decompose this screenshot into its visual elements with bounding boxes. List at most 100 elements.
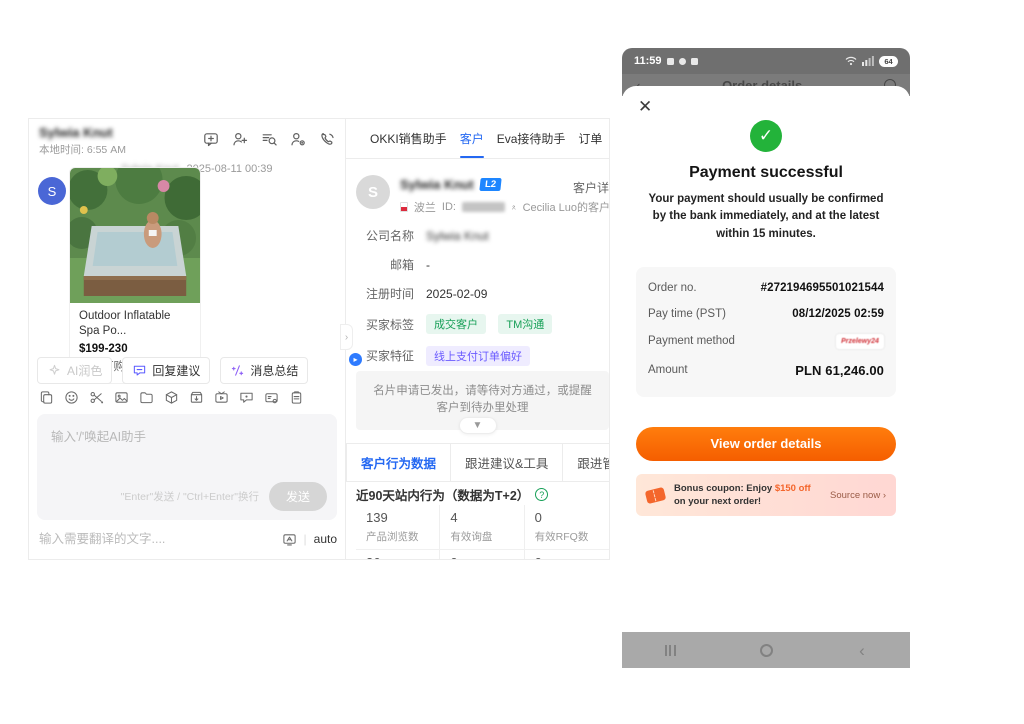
- status-time: 11:59: [634, 55, 662, 67]
- customer-id-redacted: [462, 202, 505, 212]
- bonus-coupon-banner[interactable]: Bonus coupon: Enjoy $150 off on your nex…: [636, 474, 896, 517]
- recents-button[interactable]: [622, 645, 718, 656]
- product-box-icon[interactable]: [164, 390, 179, 405]
- composer-toolbar: [39, 390, 304, 405]
- notification-icon: [691, 58, 698, 65]
- stat-row2-2: 0: [440, 549, 524, 559]
- order-note-icon[interactable]: [289, 390, 304, 405]
- panel-collapse-handle[interactable]: ›: [340, 324, 353, 350]
- phone-status-bar: 11:59 64: [622, 48, 910, 74]
- payment-method-row: Payment method Przelewy24: [648, 334, 884, 349]
- stat-row2-1: 36: [356, 549, 440, 559]
- tab-customer[interactable]: 客户: [460, 119, 484, 158]
- stat-product-views: 139 产品浏览数: [356, 505, 440, 549]
- customer-detail-link[interactable]: 客户详: [573, 179, 609, 196]
- coupon-highlight: $150 off: [775, 483, 811, 494]
- message-plus-icon[interactable]: [203, 131, 219, 147]
- field-register-time: 注册时间 2025-02-09: [346, 279, 609, 308]
- chat-message-list: Sylwia Knut 2025-08-11 00:39 S: [29, 161, 345, 559]
- phone-screenshot: 11:59 64 ‹ Order details ✕ ✓ Payment suc…: [622, 48, 910, 668]
- notification-icon: [679, 58, 686, 65]
- sparkle-icon: [47, 363, 62, 378]
- success-check-icon: ✓: [750, 120, 782, 152]
- message-summary-button[interactable]: 消息总结: [220, 357, 308, 384]
- stat-valid-inquiries: 4 有效询盘: [440, 505, 524, 549]
- pay-time-value: 08/12/2025 02:59: [792, 308, 884, 320]
- chat-header: Sylwia Knut 本地时间: 6:55 AM: [29, 119, 345, 161]
- tab-okki-assistant[interactable]: OKKI销售助手: [370, 119, 447, 158]
- product-title: Outdoor Inflatable Spa Po...: [79, 309, 191, 339]
- chat-panel: Sylwia Knut 本地时间: 6:55 AM Sylwia Knut 20…: [29, 119, 346, 559]
- crm-panel: OKKI销售助手 客户 Eva接待助手 订单 S Sylwia Knut L2 客…: [346, 119, 609, 559]
- folder-icon[interactable]: [139, 390, 154, 405]
- close-icon[interactable]: ✕: [638, 98, 652, 115]
- collapse-chevron-button[interactable]: ▼: [459, 417, 497, 434]
- add-contact-icon[interactable]: [232, 131, 248, 147]
- ai-action-bar: AI润色 回复建议 消息总结: [37, 357, 308, 384]
- buyer-trait-tag[interactable]: 线上支付订单偏好: [426, 346, 530, 366]
- tab-eva-assistant[interactable]: Eva接待助手: [497, 119, 566, 158]
- chat-header-toolbar: [203, 131, 335, 147]
- customer-owner: Cecilia Luo的客户: [523, 199, 609, 215]
- amount-row: Amount PLN 61,246.00: [648, 363, 884, 378]
- crm-tab-bar: OKKI销售助手 客户 Eva接待助手 订单: [346, 119, 609, 159]
- stats-title: 近90天站内行为（数据为T+2）: [356, 485, 529, 504]
- customer-name: Sylwia Knut: [400, 177, 474, 192]
- translate-mode[interactable]: auto: [314, 532, 337, 546]
- business-card-icon[interactable]: [264, 390, 279, 405]
- subtab-followup-tools[interactable]: 跟进建议&工具: [450, 443, 563, 482]
- translate-input[interactable]: [37, 531, 282, 547]
- video-icon[interactable]: [214, 390, 229, 405]
- sample-box-icon[interactable]: [189, 390, 204, 405]
- product-message-card[interactable]: Outdoor Inflatable Spa Po... $199-230 最小…: [69, 167, 201, 384]
- copy-icon[interactable]: [39, 390, 54, 405]
- pay-time-row: Pay time (PST) 08/12/2025 02:59: [648, 308, 884, 320]
- notification-icon: [667, 58, 674, 65]
- message-input[interactable]: [49, 424, 325, 476]
- avatar: S: [38, 177, 66, 205]
- translate-icon[interactable]: [282, 532, 297, 547]
- send-button[interactable]: 发送: [269, 482, 327, 511]
- buyer-tag[interactable]: TM沟通: [498, 314, 552, 334]
- order-summary-card: Order no. #272194695501021544 Pay time (…: [636, 267, 896, 397]
- help-icon[interactable]: ?: [535, 488, 548, 501]
- field-buyer-tags: 买家标签 成交客户 TM沟通: [346, 308, 609, 340]
- wifi-icon: [845, 56, 857, 66]
- subtab-followup-manage[interactable]: 跟进管理: [562, 443, 609, 482]
- back-button[interactable]: ‹: [814, 642, 910, 659]
- order-no-value: #272194695501021544: [761, 282, 884, 294]
- buyer-tag[interactable]: 成交客户: [426, 314, 486, 334]
- payment-status-description: Your payment should usually be confirmed…: [642, 191, 890, 243]
- chat-search-icon[interactable]: [261, 131, 277, 147]
- home-button[interactable]: [718, 644, 814, 657]
- stat-valid-rfq: 0 有效RFQ数: [525, 505, 609, 549]
- summary-sparkle-icon: [230, 363, 245, 378]
- field-buyer-traits: ▸买家特征 线上支付订单偏好: [346, 340, 609, 372]
- stat-row2-3: 0: [525, 549, 609, 559]
- level-badge: L2: [479, 178, 501, 191]
- message-composer[interactable]: "Enter"发送 / "Ctrl+Enter"换行 发送: [37, 414, 337, 520]
- workspace-window: Sylwia Knut 本地时间: 6:55 AM Sylwia Knut 20…: [28, 118, 610, 560]
- tab-orders[interactable]: 订单: [578, 119, 602, 158]
- product-price: $199-230: [79, 342, 191, 357]
- contact-settings-icon[interactable]: [290, 131, 306, 147]
- crm-sub-tabs: 客户行为数据 跟进建议&工具 跟进管理: [346, 443, 609, 482]
- amount-value: PLN 61,246.00: [795, 363, 884, 378]
- reply-bubble-icon: [132, 363, 147, 378]
- android-nav-bar: ‹: [622, 632, 910, 668]
- quick-reply-icon[interactable]: [239, 390, 254, 405]
- signal-icon: [862, 56, 874, 66]
- subtab-behavior-data[interactable]: 客户行为数据: [346, 443, 451, 482]
- order-no-row: Order no. #272194695501021544: [648, 282, 884, 294]
- view-order-details-button[interactable]: View order details: [636, 427, 896, 461]
- image-icon[interactable]: [114, 390, 129, 405]
- screenshot-scissors-icon[interactable]: [89, 390, 104, 405]
- voice-call-icon[interactable]: [319, 131, 335, 147]
- ai-polish-button[interactable]: AI润色: [37, 357, 112, 384]
- source-now-link[interactable]: Source now ›: [830, 490, 886, 501]
- reply-suggest-button[interactable]: 回复建议: [122, 357, 210, 384]
- customer-avatar: S: [356, 175, 390, 209]
- payment-result-sheet: ✕ ✓ Payment successful Your payment shou…: [622, 86, 910, 632]
- product-photo: [70, 168, 200, 303]
- emoji-icon[interactable]: [64, 390, 79, 405]
